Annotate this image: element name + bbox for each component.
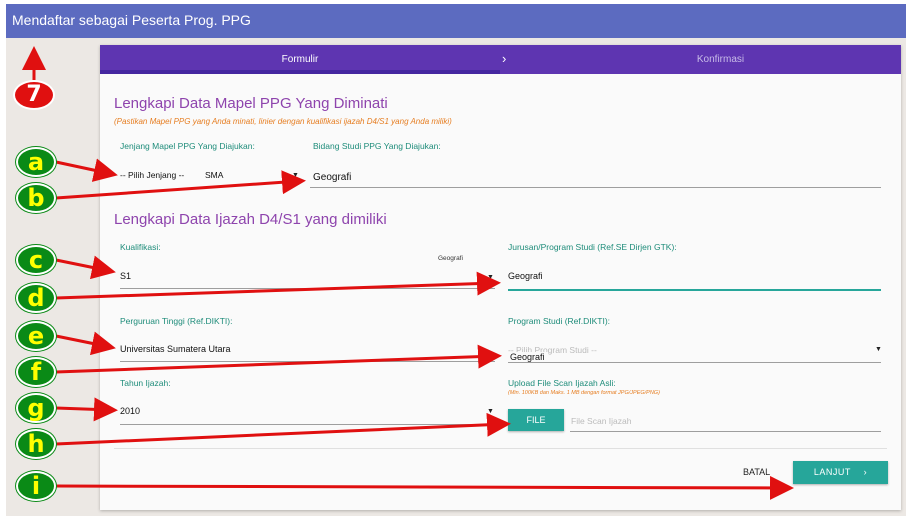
- annotation-badge-c: c: [16, 245, 56, 275]
- arrow-h: [55, 412, 511, 446]
- arrow-a: [55, 158, 118, 182]
- arrow-d: [55, 271, 501, 300]
- annotation-badge-7: 7: [13, 80, 55, 110]
- annotation-badge-g: g: [16, 393, 56, 423]
- annotation-badge-b: b: [16, 183, 56, 213]
- annotation-badge-a: a: [16, 147, 56, 177]
- arrow-c: [55, 255, 116, 280]
- arrow-g: [55, 397, 118, 422]
- arrow-f: [55, 344, 502, 374]
- arrow-e: [55, 331, 116, 356]
- annotation-badge-i: i: [16, 471, 56, 501]
- annotation-badge-h: h: [16, 429, 56, 459]
- annotation-arrows: [22, 46, 794, 500]
- arrow-i: [55, 475, 794, 500]
- annotation-badge-d: d: [16, 283, 56, 313]
- arrow-b: [55, 170, 306, 200]
- annotation-badge-e: e: [16, 321, 56, 351]
- annotation-badge-f: f: [16, 357, 56, 387]
